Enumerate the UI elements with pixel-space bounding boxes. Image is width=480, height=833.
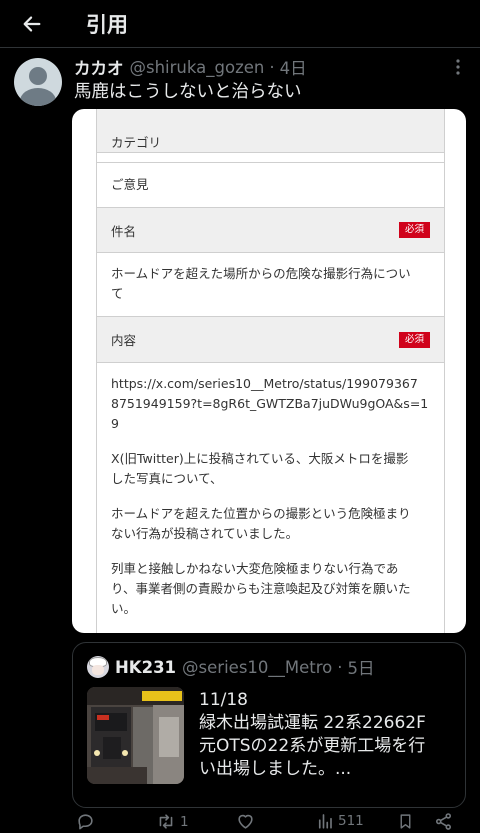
quoted-avatar[interactable] (87, 656, 109, 678)
quoted-text-line: 11/18 (199, 690, 248, 710)
reply-icon (78, 814, 93, 830)
quoted-timestamp[interactable]: 5日 (348, 655, 375, 679)
back-arrow-icon (23, 15, 41, 32)
subject-label-row: 件名 必須 (97, 208, 444, 253)
category-value-row: ご意見 (97, 162, 444, 208)
content-line: した写真について、 (111, 471, 223, 486)
quoted-text-line: い出場しました。... (199, 759, 352, 779)
content-line: い。 (111, 601, 137, 616)
more-icon (456, 59, 460, 75)
subject-value-line: ホームドアを超えた場所からの危険な撮影行為につい (111, 266, 411, 281)
required-badge: 必須 (398, 222, 430, 238)
action-bar: 1 511 (72, 812, 466, 833)
inquiry-form: カテゴリ ご意見 件名 必須 ホームドアを超えた場所からの危険な撮影行為につい … (96, 109, 445, 633)
quoted-post[interactable]: HK231 @series10__Metro · 5日 11/18 緑木出場試運… (72, 642, 466, 808)
bookmark-button[interactable] (397, 812, 414, 831)
more-button[interactable] (448, 58, 468, 78)
quoted-text-line: 元OTSの22系が更新工場を行 (199, 736, 426, 756)
separator: · (337, 657, 343, 677)
content-line: ない行為が投稿されていました。 (111, 526, 299, 541)
content-label-row: 内容 必須 (97, 317, 444, 363)
views-count: 511 (338, 813, 364, 829)
quoted-post-header: HK231 @series10__Metro · 5日 (115, 655, 375, 679)
category-label: カテゴリ (111, 134, 162, 150)
bookmark-icon (400, 814, 411, 829)
retweet-button[interactable]: 1 (156, 812, 189, 831)
share-icon (435, 813, 452, 830)
content-line: 8751949159?t=8gR6t_GWTZBa7juDWu9gOA&s=1 (111, 396, 429, 411)
content-line: り、事業者側の責殿からも注意喚起及び対策を願いた (111, 581, 411, 596)
quoted-handle[interactable]: @series10__Metro (182, 658, 332, 677)
timestamp[interactable]: 4日 (280, 55, 307, 79)
like-icon (238, 814, 253, 829)
separator: · (269, 57, 275, 77)
handle[interactable]: @shiruka_gozen (130, 58, 265, 77)
content-label: 内容 (111, 333, 137, 348)
display-name[interactable]: カカオ (74, 55, 124, 79)
content-value: https://x.com/series10__Metro/status/199… (97, 363, 444, 633)
back-button[interactable] (12, 4, 52, 44)
reply-button[interactable] (76, 812, 95, 831)
category-value: ご意見 (111, 177, 149, 192)
content-line: 列車と接触しかねない大変危険極まりない行為であ (111, 561, 399, 576)
post-header: カカオ @shiruka_gozen · 4日 (74, 55, 307, 79)
views-icon (318, 814, 332, 829)
quoted-media-thumbnail[interactable] (87, 687, 184, 784)
page-title: 引用 (86, 12, 128, 37)
share-button[interactable] (434, 812, 453, 831)
default-avatar-body (20, 88, 56, 106)
retweet-count: 1 (180, 813, 189, 830)
avatar[interactable] (14, 58, 62, 106)
content-line: https://x.com/series10__Metro/status/199… (111, 376, 418, 391)
retweet-icon (159, 814, 173, 829)
views-button[interactable]: 511 (316, 812, 364, 830)
category-label-row: カテゴリ (97, 109, 444, 153)
subject-label: 件名 (111, 223, 137, 239)
post-text: 馬鹿はこうしないと治らない (74, 82, 302, 102)
quoted-post-text: 11/18 緑木出場試運転 22系22662F 元OTSの22系が更新工場を行 … (199, 689, 454, 781)
top-bar: 引用 (0, 0, 480, 48)
train-photo-icon (87, 687, 184, 784)
default-avatar-icon (29, 67, 47, 85)
quoted-text-line: 緑木出場試運転 22系22662F (199, 713, 426, 733)
content-line: ホームドアを超えた位置からの撮影という危険極まり (111, 506, 411, 521)
like-button[interactable] (236, 812, 255, 831)
avatar-face (92, 665, 104, 675)
quoted-display-name[interactable]: HK231 (115, 658, 176, 677)
content-line: 9 (111, 416, 119, 431)
required-badge: 必須 (398, 331, 430, 348)
content-line: X(旧Twitter)上に投稿されている、大阪メトロを撮影 (111, 451, 409, 466)
post-media-image[interactable]: カテゴリ ご意見 件名 必須 ホームドアを超えた場所からの危険な撮影行為につい … (72, 109, 466, 633)
subject-value-line: て (111, 286, 124, 301)
subject-value-row: ホームドアを超えた場所からの危険な撮影行為につい て (97, 253, 444, 317)
